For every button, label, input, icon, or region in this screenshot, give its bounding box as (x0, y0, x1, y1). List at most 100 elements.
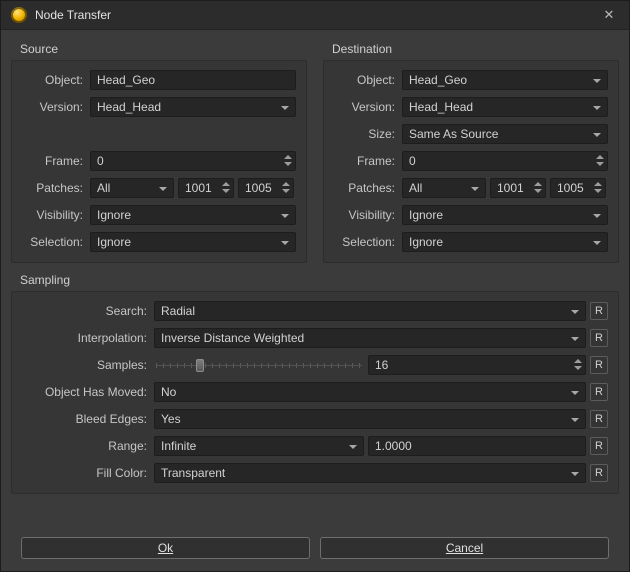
slider-handle[interactable] (196, 359, 204, 372)
spinner-down-icon[interactable] (596, 162, 604, 166)
app-icon (11, 7, 27, 23)
chevron-down-icon (159, 187, 167, 191)
source-patches-label: Patches: (22, 181, 86, 195)
spinner-up-icon[interactable] (222, 182, 230, 186)
spin-buttons[interactable] (534, 182, 542, 193)
bleed-edges-reset-button[interactable]: R (590, 410, 608, 428)
range-dropdown[interactable]: Infinite (154, 436, 364, 456)
destination-visibility-dropdown[interactable]: Ignore (402, 205, 608, 225)
spinner-up-icon[interactable] (594, 182, 602, 186)
interpolation-reset-button[interactable]: R (590, 329, 608, 347)
range-reset-button[interactable]: R (590, 437, 608, 455)
chevron-down-icon (593, 133, 601, 137)
destination-patches-row: Patches: All 1001 (334, 178, 608, 198)
source-frame-spinner[interactable]: 0 (90, 151, 296, 171)
destination-selection-dropdown[interactable]: Ignore (402, 232, 608, 252)
window-title: Node Transfer (35, 8, 111, 22)
chevron-down-icon (349, 445, 357, 449)
spinner-up-icon[interactable] (282, 182, 290, 186)
fill-color-dropdown[interactable]: Transparent (154, 463, 586, 483)
destination-patches-dropdown[interactable]: All (402, 178, 486, 198)
destination-patch-start-spinner[interactable]: 1001 (490, 178, 546, 198)
spin-buttons[interactable] (594, 182, 602, 193)
destination-frame-spinner[interactable]: 0 (402, 151, 608, 171)
cancel-button[interactable]: Cancel (320, 537, 609, 559)
source-selection-dropdown[interactable]: Ignore (90, 232, 296, 252)
ok-button[interactable]: Ok (21, 537, 310, 559)
source-group-title: Source (20, 42, 307, 56)
destination-version-value: Head_Head (409, 100, 473, 114)
search-reset-button[interactable]: R (590, 302, 608, 320)
object-has-moved-reset-button[interactable]: R (590, 383, 608, 401)
spinner-down-icon[interactable] (574, 366, 582, 370)
source-frame-row: Frame: 0 (22, 151, 296, 171)
spinner-down-icon[interactable] (282, 189, 290, 193)
destination-patch-start-value: 1001 (497, 181, 524, 195)
source-object-input[interactable]: Head_Geo (90, 70, 296, 90)
range-value: Infinite (161, 439, 196, 453)
close-icon[interactable]: ✕ (599, 5, 619, 25)
spin-buttons[interactable] (282, 182, 290, 193)
spinner-down-icon[interactable] (534, 189, 542, 193)
title-bar[interactable]: Node Transfer ✕ (1, 1, 629, 30)
spin-buttons[interactable] (284, 155, 292, 166)
samples-reset-button[interactable]: R (590, 356, 608, 374)
footer-buttons: Ok Cancel (11, 527, 619, 571)
chevron-down-icon (571, 310, 579, 314)
interpolation-label: Interpolation: (22, 331, 150, 345)
samples-row: Samples: 16 R (22, 355, 608, 375)
fill-color-reset-button[interactable]: R (590, 464, 608, 482)
object-has-moved-dropdown[interactable]: No (154, 382, 586, 402)
destination-patch-end-spinner[interactable]: 1005 (550, 178, 606, 198)
interpolation-value: Inverse Distance Weighted (161, 331, 304, 345)
source-patch-start-spinner[interactable]: 1001 (178, 178, 234, 198)
bleed-edges-value: Yes (161, 412, 181, 426)
bleed-edges-dropdown[interactable]: Yes (154, 409, 586, 429)
spinner-up-icon[interactable] (574, 359, 582, 363)
destination-version-dropdown[interactable]: Head_Head (402, 97, 608, 117)
source-selection-label: Selection: (22, 235, 86, 249)
destination-group-box: Object: Head_Geo Version: Head_Head (323, 60, 619, 263)
samples-label: Samples: (22, 358, 150, 372)
source-visibility-dropdown[interactable]: Ignore (90, 205, 296, 225)
destination-size-row: Size: Same As Source (334, 124, 608, 144)
spinner-down-icon[interactable] (594, 189, 602, 193)
dialog-content: Source Object: Head_Geo Version: Head_He… (1, 30, 629, 571)
spinner-down-icon[interactable] (284, 162, 292, 166)
spin-buttons[interactable] (222, 182, 230, 193)
slider-groove (156, 365, 362, 366)
spinner-up-icon[interactable] (596, 155, 604, 159)
chevron-down-icon (281, 106, 289, 110)
source-destination-columns: Source Object: Head_Geo Version: Head_He… (11, 38, 619, 263)
spin-buttons[interactable] (574, 359, 582, 370)
spinner-up-icon[interactable] (284, 155, 292, 159)
samples-spinner[interactable]: 16 (368, 355, 586, 375)
source-patches-row: Patches: All 1001 (22, 178, 296, 198)
spinner-down-icon[interactable] (222, 189, 230, 193)
sampling-section: Sampling Search: Radial R Interpolation:… (11, 269, 619, 494)
destination-visibility-value: Ignore (409, 208, 443, 222)
source-section: Source Object: Head_Geo Version: Head_He… (11, 38, 307, 263)
interpolation-row: Interpolation: Inverse Distance Weighted… (22, 328, 608, 348)
samples-value: 16 (375, 358, 388, 372)
range-amount-value: 1.0000 (375, 439, 412, 453)
destination-object-dropdown[interactable]: Head_Geo (402, 70, 608, 90)
range-amount-field[interactable]: 1.0000 (368, 436, 586, 456)
destination-size-dropdown[interactable]: Same As Source (402, 124, 608, 144)
samples-slider[interactable] (154, 355, 364, 375)
source-patches-dropdown[interactable]: All (90, 178, 174, 198)
destination-patches-label: Patches: (334, 181, 398, 195)
search-dropdown[interactable]: Radial (154, 301, 586, 321)
search-row: Search: Radial R (22, 301, 608, 321)
bleed-edges-label: Bleed Edges: (22, 412, 150, 426)
object-has-moved-row: Object Has Moved: No R (22, 382, 608, 402)
source-version-dropdown[interactable]: Head_Head (90, 97, 296, 117)
destination-object-row: Object: Head_Geo (334, 70, 608, 90)
source-object-value: Head_Geo (97, 73, 155, 87)
interpolation-dropdown[interactable]: Inverse Distance Weighted (154, 328, 586, 348)
source-patch-end-spinner[interactable]: 1005 (238, 178, 294, 198)
source-patch-end-value: 1005 (245, 181, 272, 195)
spin-buttons[interactable] (596, 155, 604, 166)
destination-frame-row: Frame: 0 (334, 151, 608, 171)
spinner-up-icon[interactable] (534, 182, 542, 186)
